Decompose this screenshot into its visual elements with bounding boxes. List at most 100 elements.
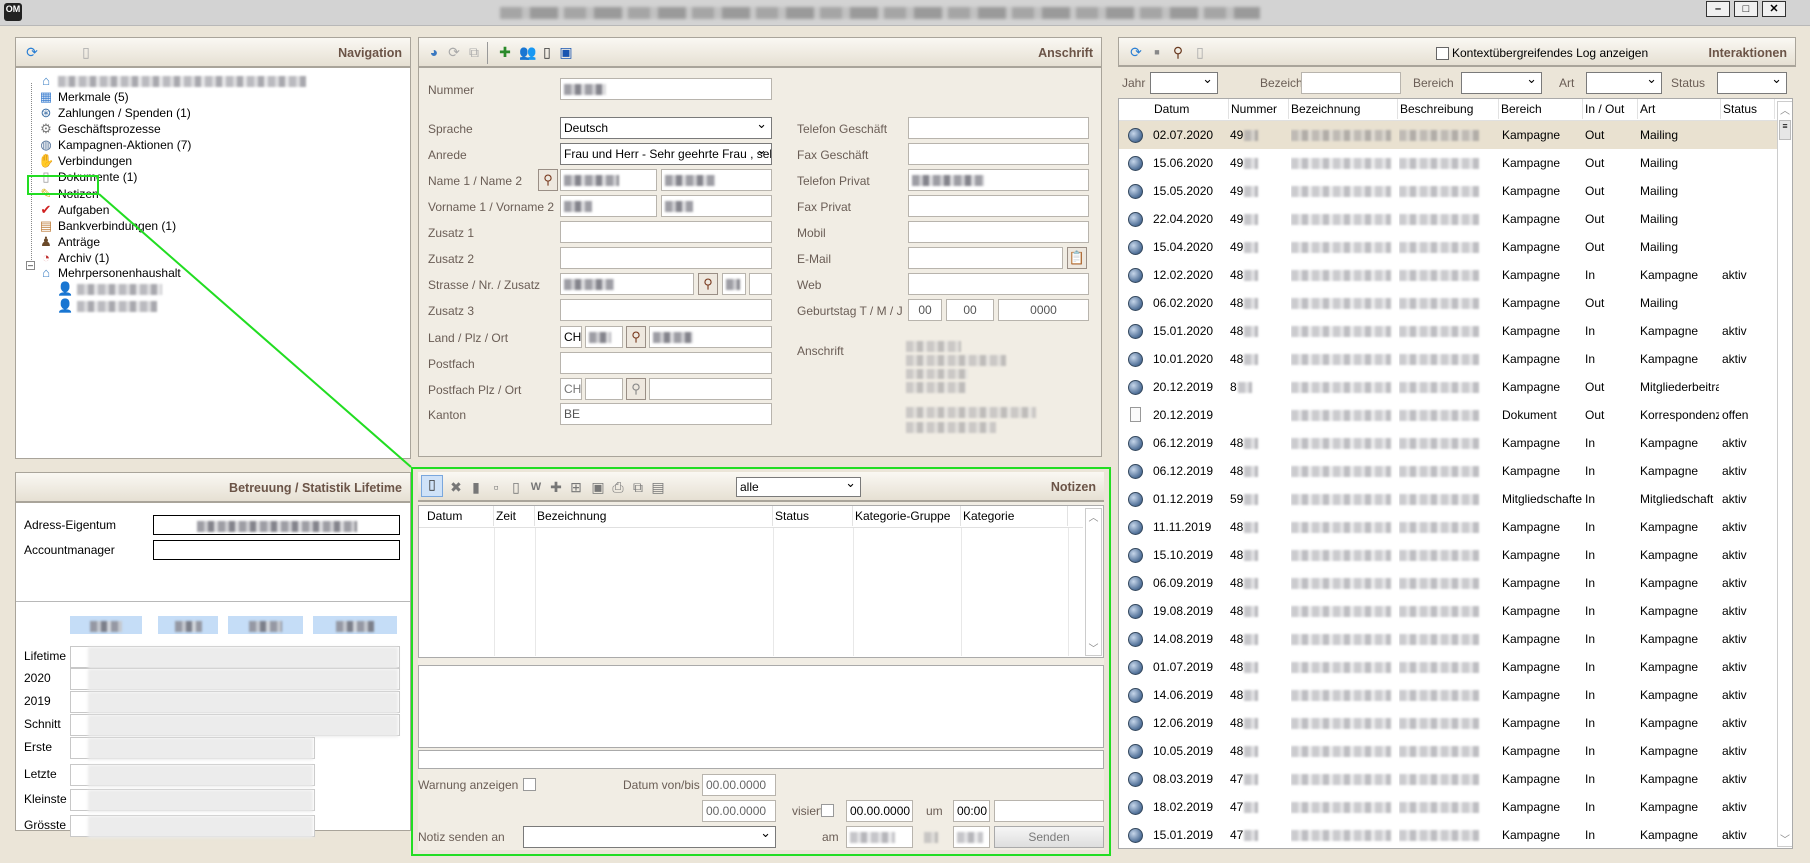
interaktionen-scrollbar[interactable]: ︿ ≡ ﹀: [1777, 101, 1792, 847]
interaction-row[interactable]: 10.05.2019 48 Kampagne In Kampagne aktiv: [1119, 737, 1777, 765]
interaction-row[interactable]: 19.08.2019 48 Kampagne In Kampagne aktiv: [1119, 597, 1777, 625]
nummer-cell: 48: [1230, 317, 1288, 345]
interaction-row[interactable]: 15.04.2020 49 Kampagne Out Mailing: [1119, 233, 1777, 261]
interaction-row[interactable]: 15.01.2019 47 Kampagne In Kampagne aktiv: [1119, 821, 1777, 848]
in-out-cell: In: [1585, 464, 1596, 478]
scroll-thumb[interactable]: ≡: [1779, 120, 1791, 140]
bereich-filter-select[interactable]: [1461, 72, 1542, 94]
nummer-prefix: 48: [1230, 324, 1244, 338]
interaction-row[interactable]: 11.11.2019 48 Kampagne In Kampagne aktiv: [1119, 513, 1777, 541]
interaction-row[interactable]: 14.08.2019 48 Kampagne In Kampagne aktiv: [1119, 625, 1777, 653]
scroll-down-icon[interactable]: ﹀: [1778, 831, 1792, 846]
jahr-filter-select[interactable]: [1150, 72, 1218, 94]
interaction-row[interactable]: 01.07.2019 48 Kampagne In Kampagne aktiv: [1119, 653, 1777, 681]
beschreibung-redacted: [1399, 578, 1479, 590]
interaction-row[interactable]: 08.03.2019 47 Kampagne In Kampagne aktiv: [1119, 765, 1777, 793]
status-cell: aktiv: [1722, 660, 1747, 674]
interaction-row[interactable]: 06.02.2020 48 Kampagne Out Mailing: [1119, 289, 1777, 317]
status-cell: offen: [1722, 408, 1749, 422]
interaction-row[interactable]: 20.12.2019 8 Kampagne Out Mitgliederbeitrag: [1119, 373, 1777, 401]
art-cell: Kampagne: [1640, 716, 1699, 730]
interaction-row[interactable]: 12.06.2019 48 Kampagne In Kampagne aktiv: [1119, 709, 1777, 737]
interaction-row[interactable]: 18.02.2019 47 Kampagne In Kampagne aktiv: [1119, 793, 1777, 821]
interaction-row[interactable]: 22.04.2020 49 Kampagne Out Mailing: [1119, 205, 1777, 233]
status-cell: aktiv: [1722, 436, 1747, 450]
interaktionen-column-in-out[interactable]: In / Out: [1583, 99, 1638, 119]
bereich-cell: Kampagne: [1502, 212, 1561, 226]
document-icon[interactable]: ▯: [1192, 44, 1208, 60]
interaction-row[interactable]: 06.12.2019 48 Kampagne In Kampagne aktiv: [1119, 429, 1777, 457]
interaction-row[interactable]: 12.02.2020 48 Kampagne In Kampagne aktiv: [1119, 261, 1777, 289]
bereich-cell: Kampagne: [1502, 128, 1561, 142]
interaction-row[interactable]: 15.06.2020 49 Kampagne Out Mailing: [1119, 149, 1777, 177]
bereich-cell: Kampagne: [1502, 660, 1561, 674]
art-filter-label: Art: [1559, 76, 1575, 90]
art-cell: Mailing: [1640, 240, 1679, 254]
nummer-prefix: 59: [1230, 492, 1244, 506]
beschreibung-cell-redacted: [1399, 317, 1497, 345]
interaction-row[interactable]: 15.05.2020 49 Kampagne Out Mailing: [1119, 177, 1777, 205]
beschreibung-redacted: [1399, 606, 1479, 618]
beschreibung-cell-redacted: [1399, 793, 1497, 821]
beschreibung-cell-redacted: [1399, 765, 1497, 793]
scroll-up-icon[interactable]: ︿: [1778, 102, 1792, 117]
bezeichnung-redacted: [1291, 634, 1391, 646]
interaction-row[interactable]: 14.06.2019 48 Kampagne In Kampagne aktiv: [1119, 681, 1777, 709]
bezeichnung-redacted: [1291, 298, 1391, 310]
art-cell: Kampagne: [1640, 828, 1699, 842]
status-filter-select[interactable]: [1717, 72, 1787, 94]
interaction-row[interactable]: 06.09.2019 48 Kampagne In Kampagne aktiv: [1119, 569, 1777, 597]
bezeichnung-cell-redacted: [1291, 653, 1396, 681]
bezeichnung-cell-redacted: [1291, 681, 1396, 709]
bezeichnung-filter-field[interactable]: [1301, 72, 1401, 94]
interaktionen-column-beschreibung[interactable]: Beschreibung: [1398, 99, 1499, 119]
interaktionen-column-bereich[interactable]: Bereich: [1499, 99, 1583, 119]
nummer-cell: 48: [1230, 653, 1288, 681]
bereich-cell: Kampagne: [1502, 268, 1561, 282]
interaktionen-column-status[interactable]: Status: [1721, 99, 1775, 119]
interaktionen-column-bezeichnung[interactable]: Bezeichnung: [1289, 99, 1398, 119]
interaktionen-column-datum[interactable]: Datum: [1152, 99, 1229, 119]
bereich-cell: Kampagne: [1502, 240, 1561, 254]
date-cell: 19.08.2019: [1153, 604, 1214, 618]
art-cell: Mailing: [1640, 184, 1679, 198]
nummer-prefix: 49: [1230, 128, 1244, 142]
globe-icon: [1128, 576, 1143, 591]
date-cell: 20.12.2019: [1153, 380, 1214, 394]
jahr-filter-label: Jahr: [1122, 76, 1146, 90]
art-filter-select[interactable]: [1586, 72, 1662, 94]
bereich-cell: Kampagne: [1502, 604, 1561, 618]
interaktionen-column-art[interactable]: Art: [1638, 99, 1721, 119]
art-cell: Kampagne: [1640, 604, 1699, 618]
status-cell: [1722, 233, 1774, 261]
nummer-prefix: 48: [1230, 604, 1244, 618]
date-cell: 06.09.2019: [1153, 576, 1214, 590]
bereich-cell: Kampagne: [1502, 716, 1561, 730]
interaktionen-column-nummer[interactable]: Nummer: [1229, 99, 1289, 119]
nummer-prefix: 49: [1230, 212, 1244, 226]
nummer-prefix: 48: [1230, 576, 1244, 590]
bezeichnung-redacted: [1291, 382, 1391, 394]
nummer-cell: 49: [1230, 121, 1288, 149]
context-log-checkbox[interactable]: [1436, 47, 1449, 60]
interaction-row[interactable]: 06.12.2019 48 Kampagne In Kampagne aktiv: [1119, 457, 1777, 485]
bezeichnung-redacted: [1291, 326, 1391, 338]
refresh-icon[interactable]: ⟳: [1128, 44, 1144, 60]
beschreibung-redacted: [1399, 494, 1479, 506]
interaction-row[interactable]: 10.01.2020 48 Kampagne In Kampagne aktiv: [1119, 345, 1777, 373]
stop-icon[interactable]: ■: [1149, 44, 1165, 60]
art-cell: Kampagne: [1640, 632, 1699, 646]
globe-icon: [1128, 716, 1143, 731]
interaction-row[interactable]: 20.12.2019 Dokument Out Korrespondenz offen: [1119, 401, 1777, 429]
interaction-row[interactable]: 15.01.2020 48 Kampagne In Kampagne aktiv: [1119, 317, 1777, 345]
beschreibung-redacted: [1399, 550, 1479, 562]
in-out-cell: In: [1585, 576, 1596, 590]
bezeichnung-redacted: [1291, 606, 1391, 618]
beschreibung-cell-redacted: [1399, 569, 1497, 597]
interaction-row[interactable]: 01.12.2019 59 Mitgliedschaften In Mitgliedsc…: [1119, 485, 1777, 513]
bezeichnung-redacted: [1291, 410, 1391, 422]
search-icon[interactable]: ⚲: [1170, 44, 1186, 60]
globe-icon: [1128, 464, 1143, 479]
interaction-row[interactable]: 15.10.2019 48 Kampagne In Kampagne aktiv: [1119, 541, 1777, 569]
interaction-row[interactable]: 02.07.2020 49 Kampagne Out Mailing: [1119, 121, 1777, 149]
